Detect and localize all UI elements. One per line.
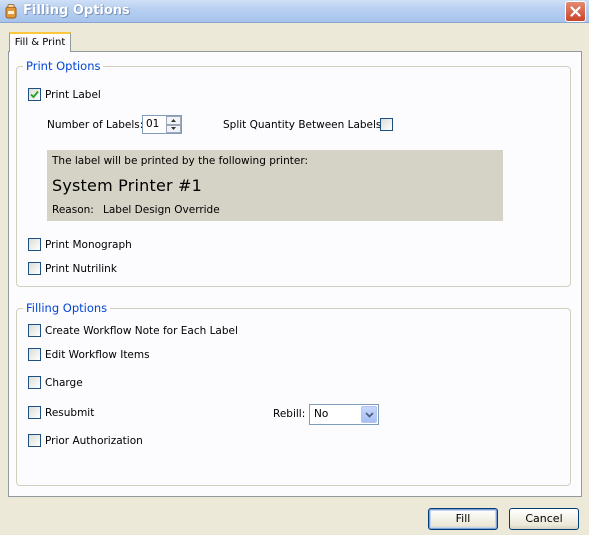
checkmark-icon	[30, 90, 39, 99]
rebill-dropdown-button[interactable]	[361, 406, 377, 423]
create-workflow-note-checkbox[interactable]: Create Workflow Note for Each Label	[28, 324, 238, 337]
create-workflow-note-label: Create Workflow Note for Each Label	[45, 324, 238, 337]
printer-info-panel: The label will be printed by the followi…	[47, 150, 503, 221]
spinner-buttons	[166, 116, 181, 133]
resubmit-checkbox[interactable]: Resubmit	[28, 406, 94, 419]
edit-workflow-items-checkbox[interactable]: Edit Workflow Items	[28, 348, 150, 361]
spinner-down-button[interactable]	[166, 124, 181, 133]
title-bar: Filling Options	[0, 0, 589, 23]
rebill-label: Rebill:	[273, 408, 306, 420]
resubmit-label: Resubmit	[45, 406, 95, 419]
spinner-down-icon	[171, 127, 176, 131]
checkbox-box[interactable]	[28, 376, 41, 389]
charge-label: Charge	[45, 376, 83, 389]
checkbox-box[interactable]	[28, 324, 41, 337]
fill-button[interactable]: Fill	[428, 508, 498, 530]
print-nutrilink-checkbox[interactable]: Print Nutrilink	[28, 262, 117, 275]
rebill-value: No	[314, 408, 329, 420]
number-of-labels-value[interactable]: 01	[146, 118, 159, 130]
checkbox-box[interactable]	[28, 262, 41, 275]
charge-checkbox[interactable]: Charge	[28, 376, 83, 389]
print-monograph-label: Print Monograph	[45, 238, 132, 251]
split-quantity-label: Split Quantity Between Labels:	[223, 119, 385, 131]
prior-authorization-checkbox[interactable]: Prior Authorization	[28, 434, 143, 447]
prior-authorization-label: Prior Authorization	[45, 434, 143, 447]
split-quantity-checkbox[interactable]	[380, 118, 393, 131]
spinner-up-icon	[171, 118, 176, 122]
checkbox-box[interactable]	[28, 238, 41, 251]
print-label-checkbox[interactable]: Print Label	[28, 88, 101, 101]
print-monograph-checkbox[interactable]: Print Monograph	[28, 238, 132, 251]
print-label-label: Print Label	[45, 88, 101, 101]
window-title: Filling Options	[23, 3, 130, 18]
number-of-labels-spinner[interactable]: 01	[142, 115, 182, 134]
cancel-button[interactable]: Cancel	[509, 508, 579, 530]
close-button[interactable]	[565, 1, 586, 22]
checkbox-box[interactable]	[28, 348, 41, 361]
chevron-down-icon	[364, 411, 374, 418]
app-icon	[5, 4, 17, 19]
print-options-legend: Print Options	[23, 59, 104, 73]
printer-name: System Printer #1	[52, 176, 203, 195]
printer-reason-label: Reason:	[52, 204, 94, 216]
number-of-labels-label: Number of Labels:	[47, 119, 144, 131]
checkbox-box[interactable]	[28, 88, 41, 101]
edit-workflow-items-label: Edit Workflow Items	[45, 348, 150, 361]
checkbox-box[interactable]	[28, 406, 41, 419]
filling-options-legend: Filling Options	[23, 301, 111, 315]
rebill-select[interactable]: No	[309, 404, 379, 425]
printer-intro-text: The label will be printed by the followi…	[52, 155, 308, 167]
checkbox-box[interactable]	[28, 434, 41, 447]
printer-reason-value: Label Design Override	[103, 204, 220, 216]
print-nutrilink-label: Print Nutrilink	[45, 262, 117, 275]
spinner-up-button[interactable]	[166, 116, 181, 125]
close-icon	[570, 6, 581, 17]
tab-fill-print[interactable]: Fill & Print	[9, 32, 71, 52]
